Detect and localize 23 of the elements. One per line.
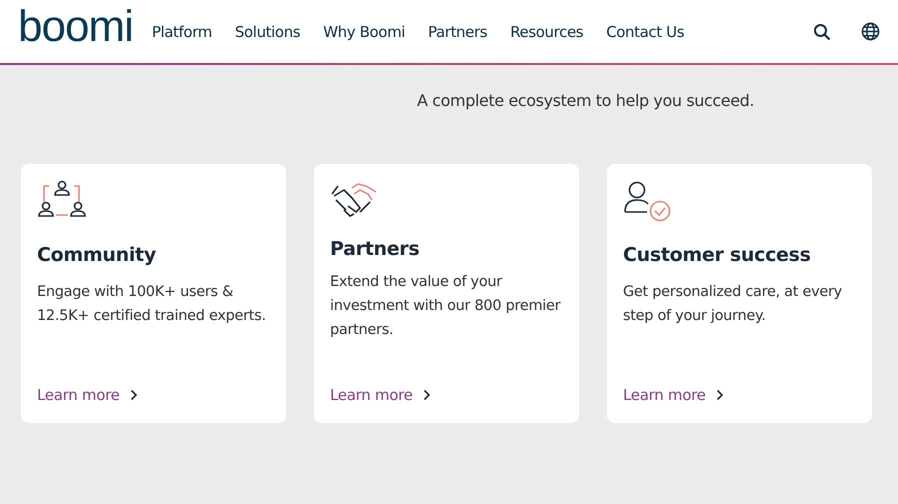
card-title: Partners bbox=[330, 238, 420, 260]
card-title: Community bbox=[37, 244, 157, 266]
chevron-icon bbox=[130, 389, 138, 401]
learn-more-link[interactable]: Learn more bbox=[623, 386, 724, 404]
nav-link[interactable]: Why Boomi bbox=[323, 22, 406, 40]
card-description: Extend the value of your investment with our 800 premier partners. bbox=[330, 273, 562, 340]
card-title: Customer success bbox=[623, 244, 812, 266]
chevron-icon bbox=[422, 389, 431, 401]
nav-link[interactable]: Contact Us bbox=[606, 22, 684, 40]
learn-more-link[interactable]: Learn more bbox=[330, 386, 431, 404]
nav-link[interactable]: Resources bbox=[510, 22, 584, 40]
learn-more-link[interactable]: Learn more bbox=[37, 386, 138, 404]
card-description: Get personalized care, at every step of your journey. bbox=[623, 283, 843, 326]
nav-link[interactable]: Platform bbox=[152, 22, 212, 40]
search-icon[interactable] bbox=[813, 22, 831, 40]
logo[interactable]: boomi bbox=[18, 4, 133, 48]
user-check-icon bbox=[623, 180, 673, 222]
chevron-icon bbox=[716, 389, 724, 401]
nav-link[interactable]: Solutions bbox=[234, 22, 300, 40]
card-description: Engage with 100K+ users & 12.5K+ certified trained experts. bbox=[37, 283, 267, 326]
nav-link[interactable]: Partners bbox=[428, 22, 488, 40]
tagline: A complete ecosystem to help you succeed. bbox=[417, 90, 756, 112]
globe-icon[interactable] bbox=[861, 22, 880, 41]
